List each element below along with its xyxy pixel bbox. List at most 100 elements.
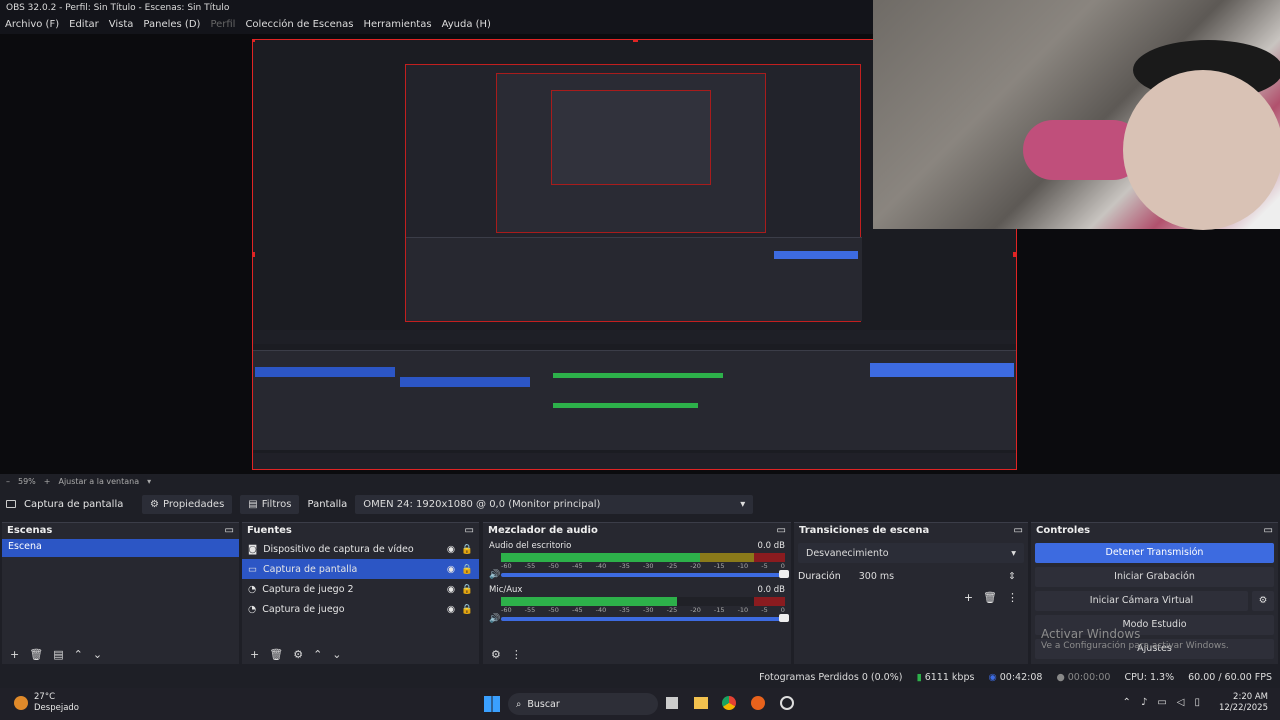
chevron-down-icon: ▾ <box>740 498 746 510</box>
menu-herramientas[interactable]: Herramientas <box>363 17 431 33</box>
windows-start-icon[interactable] <box>484 696 500 712</box>
transitions-title: Transiciones de escena <box>799 525 930 536</box>
eye-icon[interactable]: ◉ <box>447 564 455 575</box>
menu-ayuda[interactable]: Ayuda (H) <box>442 17 491 33</box>
file-explorer-icon[interactable] <box>694 697 708 709</box>
speaker-icon[interactable]: 🔊 <box>489 570 500 580</box>
eye-icon[interactable]: ◉ <box>447 584 455 595</box>
audio-mixer-dock: Mezclador de audio ▭ Audio del escritorio… <box>483 522 791 664</box>
volume-slider[interactable] <box>501 614 789 622</box>
dock-menu-icon[interactable]: ▭ <box>777 525 786 537</box>
source-name: Captura de juego 2 <box>262 583 354 595</box>
activation-title: Activar Windows <box>1041 627 1141 641</box>
eye-icon[interactable]: ◉ <box>447 544 455 555</box>
move-down-icon[interactable]: ⌄ <box>332 648 341 661</box>
volume-slider[interactable] <box>501 570 789 578</box>
move-up-icon[interactable]: ⌃ <box>313 648 322 661</box>
source-item[interactable]: ◙ Dispositivo de captura de vídeo ◉ 🔒 <box>242 539 479 559</box>
rec-time: ● 00:00:00 <box>1056 671 1111 683</box>
source-item[interactable]: ◔ Captura de juego ◉ 🔒 <box>242 599 479 619</box>
duration-field[interactable]: 300 ms ⇕ <box>850 567 1024 585</box>
dock-menu-icon[interactable]: ▭ <box>225 525 234 537</box>
menu-archivo[interactable]: Archivo (F) <box>5 17 59 33</box>
obs-icon[interactable] <box>780 696 794 710</box>
chevron-up-icon[interactable]: ⌃ <box>1123 697 1131 708</box>
task-view-icon[interactable] <box>666 697 678 709</box>
add-scene-button[interactable]: + <box>10 648 19 661</box>
move-up-icon[interactable]: ⌃ <box>74 648 83 661</box>
bitrate: ▮ 6111 kbps <box>916 671 975 683</box>
filters-button[interactable]: ▤ Filtros <box>240 494 300 514</box>
zoom-out-button[interactable]: – <box>6 477 10 486</box>
lock-icon[interactable]: 🔒 <box>461 544 473 555</box>
chevron-down-icon[interactable]: ▾ <box>147 477 151 486</box>
dock-menu-icon[interactable]: ▭ <box>1264 525 1273 537</box>
display-select[interactable]: OMEN 24: 1920x1080 @ 0,0 (Monitor princi… <box>355 494 754 514</box>
lock-icon[interactable]: 🔒 <box>461 584 473 595</box>
meter-ticks: -60 -55 -50 -45 -40 -35 -30 -25 -20 -15 -10 -5 0 <box>501 606 785 614</box>
chrome-icon[interactable] <box>722 696 736 710</box>
trash-icon[interactable]: 🗑 <box>29 648 43 661</box>
display-label: Pantalla <box>307 498 348 510</box>
weather-icon[interactable] <box>14 696 28 710</box>
source-item[interactable]: ◔ Captura de juego 2 ◉ 🔒 <box>242 579 479 599</box>
trash-icon[interactable]: 🗑 <box>269 648 283 661</box>
more-icon[interactable]: ⋮ <box>1007 591 1018 604</box>
add-transition-button[interactable]: + <box>964 591 973 604</box>
mic-icon[interactable]: ♪ <box>1141 697 1147 708</box>
controls-title: Controles <box>1036 525 1091 536</box>
trash-icon[interactable]: 🗑 <box>983 591 997 604</box>
move-down-icon[interactable]: ⌄ <box>93 648 102 661</box>
add-source-button[interactable]: + <box>250 648 259 661</box>
source-name: Captura de juego <box>262 603 345 615</box>
source-name: Dispositivo de captura de vídeo <box>263 543 414 555</box>
stepper-icon[interactable]: ⇕ <box>1008 571 1016 582</box>
webcam-feed <box>873 0 1280 230</box>
fit-window-label[interactable]: Ajustar a la ventana <box>58 477 139 486</box>
lock-icon[interactable]: 🔒 <box>461 564 473 575</box>
display-icon[interactable]: ▭ <box>1157 697 1166 708</box>
properties-label: Propiedades <box>162 498 225 510</box>
source-name: Captura de pantalla <box>262 563 358 575</box>
clock-date[interactable]: 12/22/2025 <box>1219 703 1268 714</box>
start-recording-button[interactable]: Iniciar Grabación <box>1035 567 1274 587</box>
source-item[interactable]: ▭ Captura de pantalla ◉ 🔒 <box>242 559 479 579</box>
zoom-level: 59% <box>18 476 36 486</box>
firefox-icon[interactable] <box>751 696 765 710</box>
monitor-icon: ▭ <box>248 563 257 575</box>
stop-stream-button[interactable]: Detener Transmisión <box>1035 543 1274 563</box>
dock-menu-icon[interactable]: ▭ <box>1014 525 1023 537</box>
lock-icon[interactable]: 🔒 <box>461 604 473 615</box>
zoom-in-button[interactable]: + <box>44 477 51 486</box>
sources-title: Fuentes <box>247 525 292 536</box>
more-icon[interactable]: ⋮ <box>511 648 522 661</box>
taskbar-search[interactable]: ⌕ Buscar <box>508 693 658 715</box>
record-icon: ● <box>1056 671 1065 683</box>
dropped-frames: Fotogramas Perdidos 0 (0.0%) <box>759 671 903 683</box>
virtual-camera-button[interactable]: Iniciar Cámara Virtual <box>1035 591 1248 611</box>
channel-name: Mic/Aux <box>489 585 523 595</box>
volume-icon[interactable]: ◁ <box>1177 697 1185 708</box>
battery-icon[interactable]: ▯ <box>1194 697 1200 708</box>
meter-ticks: -60 -55 -50 -45 -40 -35 -30 -25 -20 -15 -10 -5 0 <box>501 562 785 570</box>
menu-paneles[interactable]: Paneles (D) <box>143 17 200 33</box>
clock-time[interactable]: 2:20 AM <box>1219 692 1268 703</box>
menu-perfil[interactable]: Perfil <box>210 17 235 33</box>
virtual-camera-settings-button[interactable]: ⚙ <box>1252 591 1274 611</box>
eye-icon[interactable]: ◉ <box>447 604 455 615</box>
menu-coleccion-escenas[interactable]: Colección de Escenas <box>245 17 353 33</box>
signal-icon: ▮ <box>916 671 922 683</box>
properties-button[interactable]: ⚙ Propiedades <box>142 494 233 514</box>
transition-select[interactable]: Desvanecimiento ▾ <box>798 543 1024 563</box>
channel-db: 0.0 dB <box>757 585 785 595</box>
dock-menu-icon[interactable]: ▭ <box>465 525 474 537</box>
filter-icon[interactable]: ▤ <box>53 648 63 661</box>
link-icon[interactable]: ⚙ <box>491 648 501 661</box>
activation-subtitle: Ve a Configuración para activar Windows. <box>1041 641 1229 651</box>
menu-vista[interactable]: Vista <box>109 17 134 33</box>
gear-icon[interactable]: ⚙ <box>293 648 303 661</box>
menu-editar[interactable]: Editar <box>69 17 99 33</box>
scene-item[interactable]: Escena <box>2 539 239 557</box>
scenes-title: Escenas <box>7 525 53 536</box>
speaker-icon[interactable]: 🔊 <box>489 614 500 624</box>
